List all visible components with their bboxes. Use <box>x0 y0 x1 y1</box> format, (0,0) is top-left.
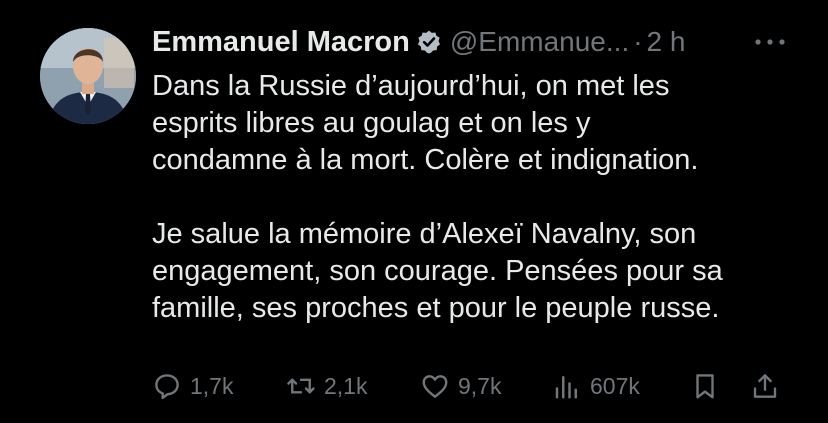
avatar[interactable] <box>40 28 136 124</box>
tweet-time[interactable]: 2 h <box>647 26 686 58</box>
views-icon <box>552 371 582 401</box>
views-count: 607k <box>590 372 640 399</box>
repost-icon <box>286 371 316 401</box>
tweet-text-line: condamne à la mort. Colère et indignatio… <box>152 144 699 176</box>
tweet-text-line: Je salue la mémoire d’Alexeï Navalny, so… <box>152 218 697 250</box>
share-button[interactable] <box>750 366 780 406</box>
author-name[interactable]: Emmanuel Macron <box>152 26 410 59</box>
reply-count: 1,7k <box>190 372 234 399</box>
share-icon <box>750 371 780 401</box>
tweet[interactable]: Emmanuel Macron @Emmanue... · 2 h Dans l… <box>0 0 828 423</box>
tweet-text-line: famille, ses proches et pour le peuple r… <box>152 292 720 324</box>
more-icon[interactable] <box>752 30 788 54</box>
bookmark-button[interactable] <box>690 366 720 406</box>
tweet-text-line: engagement, son courage. Pensées pour sa <box>152 255 723 287</box>
reply-icon <box>152 371 182 401</box>
like-button[interactable]: 9,7k <box>420 366 501 406</box>
separator-dot: · <box>633 26 643 57</box>
verified-badge-icon <box>416 29 442 55</box>
tweet-text-line: Dans la Russie d’aujourd’hui, on met les <box>152 70 670 102</box>
like-icon <box>420 371 450 401</box>
action-bar: 1,7k 2,1k 9,7k 607k <box>0 366 828 406</box>
like-count: 9,7k <box>458 372 502 399</box>
bookmark-icon <box>690 371 720 401</box>
tweet-text-line: esprits libres au goulag et on les y <box>152 107 591 139</box>
views-button[interactable]: 607k <box>552 366 640 406</box>
repost-button[interactable]: 2,1k <box>286 366 367 406</box>
tweet-header: Emmanuel Macron @Emmanue... · 2 h <box>152 22 685 62</box>
tweet-text: Dans la Russie d’aujourd’hui, on met les… <box>152 68 802 327</box>
author-handle[interactable]: @Emmanue... <box>450 26 629 58</box>
reply-button[interactable]: 1,7k <box>152 366 233 406</box>
repost-count: 2,1k <box>324 372 368 399</box>
